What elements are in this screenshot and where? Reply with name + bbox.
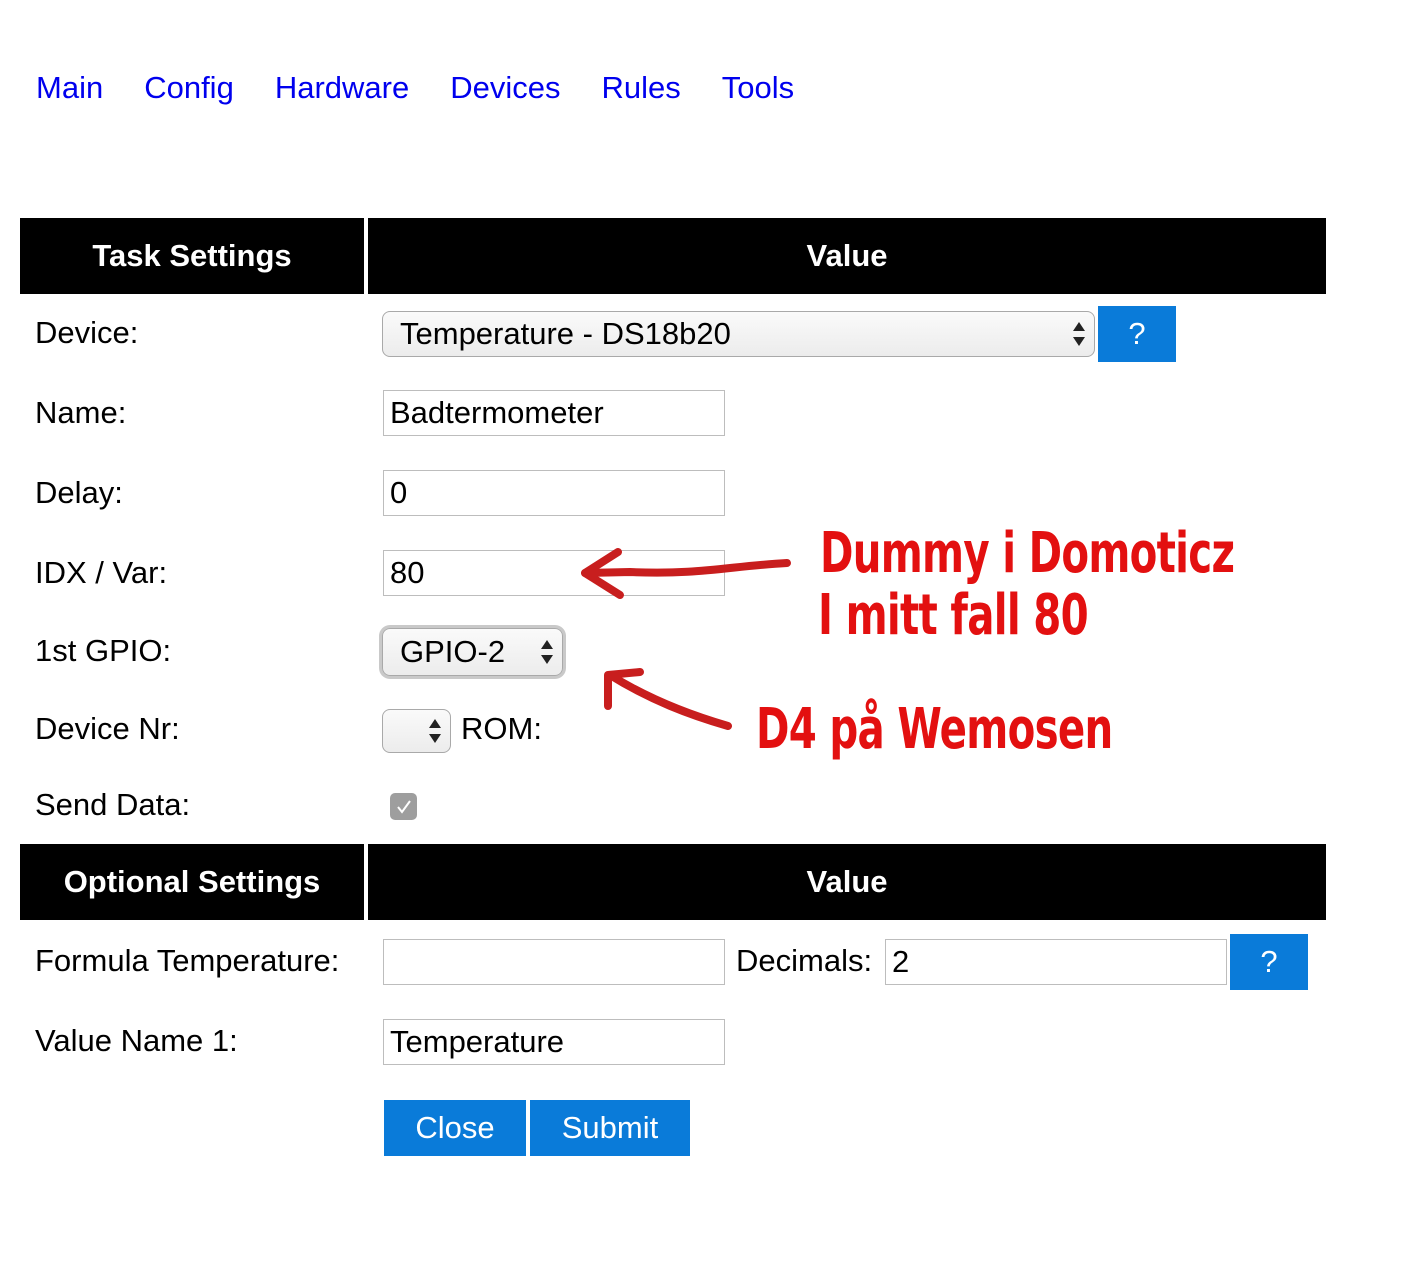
- annotation-idx-line1: Dummy i Domoticz: [820, 521, 1235, 586]
- annotation-arrows: [581, 548, 791, 730]
- annotation-idx-line2: I mitt fall 80: [818, 583, 1089, 648]
- arrow-to-idx: [581, 548, 791, 599]
- annotation-gpio: D4 på Wemosen: [756, 697, 1113, 762]
- arrow-to-gpio: [604, 668, 732, 730]
